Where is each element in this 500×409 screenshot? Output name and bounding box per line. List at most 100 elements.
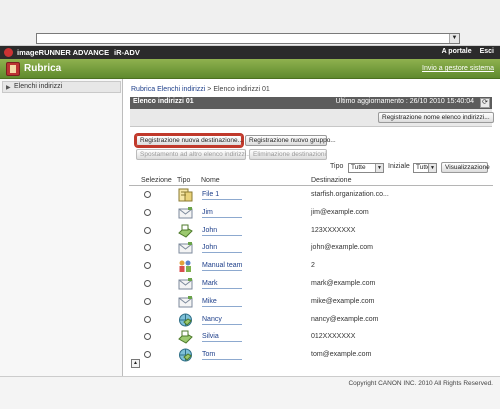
sidebar-item-address-lists[interactable]: ▶ Elenchi indirizzi	[2, 81, 121, 93]
destination-name-link[interactable]: Tom	[202, 351, 242, 360]
canon-logo-icon	[4, 48, 13, 57]
select-radio[interactable]	[144, 297, 151, 305]
destination-value: mike@example.com	[311, 297, 375, 305]
chevron-down-icon: ▼	[375, 164, 383, 172]
select-radio[interactable]	[144, 226, 151, 234]
destination-name-link[interactable]: File 1	[202, 191, 242, 200]
fax-icon	[178, 224, 193, 238]
table-row: Manual team 2	[129, 257, 493, 275]
fax-icon	[178, 330, 193, 344]
initial-filter-select[interactable]: Tutte ▼	[413, 163, 437, 173]
select-radio[interactable]	[144, 208, 151, 216]
email-icon	[178, 206, 193, 220]
refresh-icon[interactable]: ⟳	[480, 98, 490, 108]
address-dropdown-icon[interactable]: ▼	[449, 34, 459, 43]
scroll-top-icon[interactable]: ▲	[131, 359, 140, 368]
breadcrumb-rubrica[interactable]: Rubrica	[131, 86, 155, 93]
new-group-button[interactable]: Registrazione nuovo gruppo...	[245, 135, 336, 146]
col-type: Tipo	[177, 177, 191, 184]
destination-value: 012XXXXXXX	[311, 333, 356, 341]
table-row: Jim jim@example.com	[129, 204, 493, 222]
group-icon	[178, 259, 193, 273]
file-server-icon	[178, 188, 193, 202]
type-filter-select[interactable]: Tutte ▼	[348, 163, 384, 173]
view-button[interactable]: Visualizzazione	[441, 162, 490, 173]
address-book-icon	[6, 62, 20, 76]
email-icon	[178, 241, 193, 255]
destination-value: nancy@example.com	[311, 315, 379, 323]
delete-destination-button[interactable]: Eliminazione destinazioni	[249, 149, 327, 160]
device-model: iR-ADV	[114, 48, 140, 57]
destination-name-link[interactable]: Mike	[202, 298, 242, 307]
select-radio[interactable]	[144, 315, 151, 323]
device-header: imageRUNNER ADVANCE iR-ADV A portale Esc…	[0, 46, 500, 59]
copyright: Copyright CANON INC. 2010 All Rights Res…	[348, 380, 493, 387]
destination-name-link[interactable]: Silvia	[202, 333, 242, 342]
header-links: A portale Esci	[436, 48, 494, 55]
type-filter-label: Tipo	[330, 163, 344, 170]
table-row: Tom tom@example.com	[129, 346, 493, 364]
table-row: Mark mark@example.com	[129, 275, 493, 293]
breadcrumb-separator: >	[207, 86, 212, 93]
panel-header: Elenco indirizzi 01 Ultimo aggiornamento…	[130, 97, 492, 109]
table-row: Nancy nancy@example.com	[129, 311, 493, 329]
col-name: Nome	[201, 177, 220, 184]
browser-toolbar: ▼	[0, 0, 500, 46]
destination-table: Selezione Tipo Nome Destinazione File 1 s…	[129, 177, 493, 364]
chevron-down-icon: ▼	[428, 164, 436, 172]
breadcrumb-address-lists[interactable]: Elenchi indirizzi	[157, 86, 205, 93]
select-radio[interactable]	[144, 333, 151, 341]
portal-link[interactable]: A portale	[442, 48, 472, 55]
table-row: John 123XXXXXXX	[129, 222, 493, 240]
send-to-admin-link[interactable]: Invio a gestore sistema	[422, 65, 494, 72]
move-to-list-button[interactable]: Spostamento ad altro elenco indirizzi...	[136, 149, 252, 160]
email-icon	[178, 295, 193, 309]
type-filter-value: Tutte	[351, 164, 366, 171]
destination-value: 123XXXXXXX	[311, 226, 356, 234]
internet-fax-icon	[178, 313, 193, 327]
select-radio[interactable]	[144, 191, 151, 198]
col-selection: Selezione	[141, 177, 172, 184]
brand-name: imageRUNNER ADVANCE	[17, 48, 110, 57]
destination-name-link[interactable]: Mark	[202, 280, 242, 289]
destination-value: 2	[311, 262, 315, 270]
select-radio[interactable]	[144, 279, 151, 287]
logout-link[interactable]: Esci	[480, 48, 494, 55]
breadcrumb-current: Elenco indirizzi 01	[213, 86, 270, 93]
app-titlebar: Rubrica Invio a gestore sistema	[0, 59, 500, 79]
destination-value: starfish.organization.co...	[311, 191, 389, 198]
initial-filter-label: Iniziale	[388, 163, 410, 170]
select-radio[interactable]	[144, 351, 151, 359]
destination-name-link[interactable]: John	[202, 227, 242, 236]
register-list-name-button[interactable]: Registrazione nome elenco indirizzi...	[378, 112, 494, 123]
table-row: John john@example.com	[129, 239, 493, 257]
internet-fax-icon	[178, 348, 193, 362]
destination-name-link[interactable]: John	[202, 244, 242, 253]
col-destination: Destinazione	[311, 177, 352, 184]
destination-name-link[interactable]: Nancy	[202, 316, 242, 325]
email-icon	[178, 277, 193, 291]
destination-name-link[interactable]: Jim	[202, 209, 242, 218]
table-body: File 1 starfish.organization.co... Jim jim@…	[129, 186, 493, 364]
panel-toolbar: Registrazione nome elenco indirizzi...	[130, 109, 494, 127]
destination-name-link[interactable]: Manual team	[202, 262, 242, 271]
table-header: Selezione Tipo Nome Destinazione	[129, 177, 493, 186]
destination-value: john@example.com	[311, 244, 373, 252]
destination-value: tom@example.com	[311, 351, 372, 359]
last-updated: Ultimo aggiornamento : 26/10 2010 15:40:…	[335, 98, 474, 105]
table-row: File 1 starfish.organization.co...	[129, 186, 493, 204]
select-radio[interactable]	[144, 262, 151, 270]
triangle-right-icon: ▶	[6, 85, 11, 91]
select-radio[interactable]	[144, 244, 151, 252]
destination-value: jim@example.com	[311, 208, 369, 216]
breadcrumb: Rubrica Elenchi indirizzi > Elenco indir…	[131, 86, 270, 93]
table-row: Mike mike@example.com	[129, 293, 493, 311]
sidebar: ▶ Elenchi indirizzi	[0, 79, 123, 376]
app-title: Rubrica	[24, 63, 62, 74]
table-row: Silvia 012XXXXXXX	[129, 328, 493, 346]
main-content: Rubrica Elenchi indirizzi > Elenco indir…	[124, 79, 500, 376]
footer: Copyright CANON INC. 2010 All Rights Res…	[0, 376, 500, 409]
sidebar-item-label: Elenchi indirizzi	[14, 83, 63, 90]
address-bar[interactable]: ▼	[36, 33, 460, 44]
new-destination-button[interactable]: Registrazione nuova destinazione...	[136, 135, 243, 146]
